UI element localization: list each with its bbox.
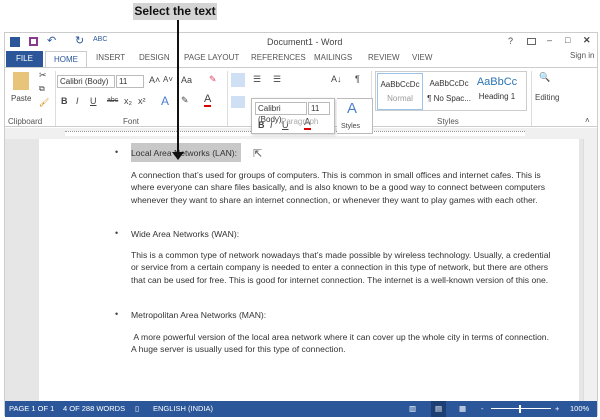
clear-formatting-icon[interactable]: ✎ [209, 74, 217, 85]
bullet: • [115, 309, 119, 319]
heading-man[interactable]: Metropolitan Area Networks (MAN): [131, 310, 266, 320]
annotation-arrow [177, 20, 179, 154]
minimize-button[interactable]: – [547, 35, 552, 45]
ribbon-display-button[interactable] [527, 38, 536, 45]
maximize-button[interactable]: □ [565, 35, 570, 45]
bullets-icon[interactable] [231, 73, 245, 87]
numbering-icon[interactable]: ☰ [253, 74, 261, 85]
tab-insert[interactable]: INSERT [96, 53, 125, 62]
read-mode-icon[interactable]: ▥ [409, 401, 416, 417]
style-heading-1[interactable]: AaBbCc Heading 1 [474, 73, 520, 110]
font-group-label: Font [123, 117, 140, 126]
mini-styles-button[interactable]: A Styles [337, 98, 373, 134]
tab-home[interactable]: HOME [45, 51, 87, 68]
annotation-arrowhead [172, 152, 184, 160]
show-marks-button[interactable]: ¶ [355, 74, 360, 84]
grow-font-button[interactable]: A˄ [149, 75, 160, 85]
bullet: • [115, 147, 119, 157]
paragraph-group-label: Paragraph [281, 117, 319, 126]
sign-in-link[interactable]: Sign in [570, 51, 594, 60]
zoom-level[interactable]: 100% [570, 401, 589, 417]
heading-lan[interactable]: Local Area Networks (LAN): [131, 148, 237, 158]
proofing-icon[interactable]: ▯ [135, 401, 139, 417]
sort-button[interactable]: A↓ [331, 74, 342, 84]
zoom-slider-thumb[interactable] [519, 405, 521, 413]
tab-references[interactable]: REFERENCES [251, 53, 306, 62]
mini-italic-button[interactable]: I [270, 120, 273, 130]
highlight-icon[interactable]: ✎ [181, 95, 189, 106]
word-count[interactable]: 4 OF 288 WORDS [63, 401, 125, 417]
style-no-spacing[interactable]: AaBbCcDc ¶ No Spac... [426, 73, 472, 110]
copy-icon[interactable]: ⧉ [39, 84, 45, 94]
title-bar: ↶ ↻ ABC Document1 - Word ? – □ ✕ [5, 33, 597, 51]
superscript-button[interactable]: x² [138, 96, 146, 106]
heading-wan[interactable]: Wide Area Networks (WAN): [131, 229, 239, 239]
page-count[interactable]: PAGE 1 OF 1 [9, 401, 54, 417]
bold-button[interactable]: B [61, 96, 68, 106]
mini-toolbar: Calibri (Body) 11 B I U A [251, 98, 335, 134]
ribbon: Paste ✂ ⧉ 🖌 Clipboard Calibri (Body) 11 … [5, 67, 597, 127]
text-effects-icon[interactable]: A [161, 94, 169, 108]
strikethrough-button[interactable]: abc [107, 97, 118, 104]
font-color-icon[interactable]: A [204, 94, 212, 107]
zoom-slider[interactable] [491, 408, 551, 409]
undo-icon[interactable]: ↶ [47, 34, 56, 47]
document-area: • Local Area Networks (LAN): A connectio… [5, 139, 583, 401]
align-left-icon[interactable] [231, 96, 245, 108]
format-painter-icon[interactable]: 🖌 [39, 98, 49, 107]
paste-icon[interactable] [13, 72, 29, 90]
window-title: Document1 - Word [267, 37, 343, 47]
web-layout-icon[interactable]: ▦ [459, 401, 466, 417]
paragraph-lan[interactable]: A connection that’s used for groups of c… [131, 169, 551, 206]
spelling-icon[interactable]: ABC [93, 36, 107, 43]
bullet: • [115, 228, 119, 238]
multilevel-list-icon[interactable]: ☰ [273, 74, 281, 85]
styles-icon: A [347, 100, 358, 117]
zoom-in-button[interactable]: + [555, 401, 559, 417]
style-normal-name: Normal [387, 94, 413, 103]
tab-review[interactable]: REVIEW [368, 53, 400, 62]
tab-view[interactable]: VIEW [412, 53, 432, 62]
collapse-ribbon-icon[interactable]: ˄ [585, 116, 590, 125]
mouse-cursor-icon: ⇱ [253, 148, 263, 160]
styles-gallery: AaBbCcDc Normal AaBbCcDc ¶ No Spac... AaBb… [375, 71, 527, 111]
print-layout-icon[interactable]: ▤ [431, 401, 447, 417]
tab-page-layout[interactable]: PAGE LAYOUT [184, 53, 239, 62]
clipboard-group-label: Clipboard [8, 117, 43, 126]
underline-button[interactable]: U [90, 96, 97, 106]
change-case-button[interactable]: Aa [181, 75, 192, 85]
language[interactable]: ENGLISH (INDIA) [153, 401, 213, 417]
ribbon-tabs: FILE HOME INSERT DESIGN PAGE LAYOUT REFE… [5, 51, 597, 68]
close-button[interactable]: ✕ [583, 35, 591, 46]
paragraph-man[interactable]: A more powerful version of the local are… [131, 331, 551, 356]
tab-design[interactable]: DESIGN [139, 53, 170, 62]
document-page[interactable]: • Local Area Networks (LAN): A connectio… [39, 139, 579, 401]
font-name-box[interactable]: Calibri (Body) [57, 75, 115, 88]
styles-group-label: Styles [437, 117, 459, 126]
tab-mailings[interactable]: MAILINGS [314, 53, 352, 62]
word-logo-icon [10, 37, 20, 47]
save-icon[interactable] [29, 37, 38, 46]
style-normal[interactable]: AaBbCcDc Normal [377, 73, 423, 110]
annotation-callout: Select the text [133, 3, 217, 20]
italic-button[interactable]: I [76, 96, 79, 106]
mini-bold-button[interactable]: B [258, 120, 265, 130]
find-icon[interactable]: 🔍 [539, 72, 550, 83]
status-bar: PAGE 1 OF 1 4 OF 288 WORDS ▯ ENGLISH (IN… [5, 401, 597, 417]
subscript-button[interactable]: x₂ [124, 96, 132, 106]
word-window: ↶ ↻ ABC Document1 - Word ? – □ ✕ FILE HO… [4, 32, 598, 417]
redo-icon[interactable]: ↻ [75, 34, 84, 47]
mini-font-size-box[interactable]: 11 [308, 102, 330, 115]
paragraph-wan[interactable]: This is a common type of network nowaday… [131, 249, 551, 286]
vertical-scrollbar[interactable] [583, 139, 597, 401]
help-button[interactable]: ? [508, 36, 513, 46]
editing-button[interactable]: Editing [535, 93, 559, 102]
shrink-font-button[interactable]: A˅ [163, 75, 173, 84]
cut-icon[interactable]: ✂ [39, 70, 47, 81]
paste-button[interactable]: Paste [11, 94, 31, 103]
mini-font-name-box[interactable]: Calibri (Body) [255, 102, 307, 124]
tab-file[interactable]: FILE [6, 51, 43, 67]
zoom-out-button[interactable]: - [481, 401, 484, 417]
font-size-box[interactable]: 11 [116, 75, 144, 88]
